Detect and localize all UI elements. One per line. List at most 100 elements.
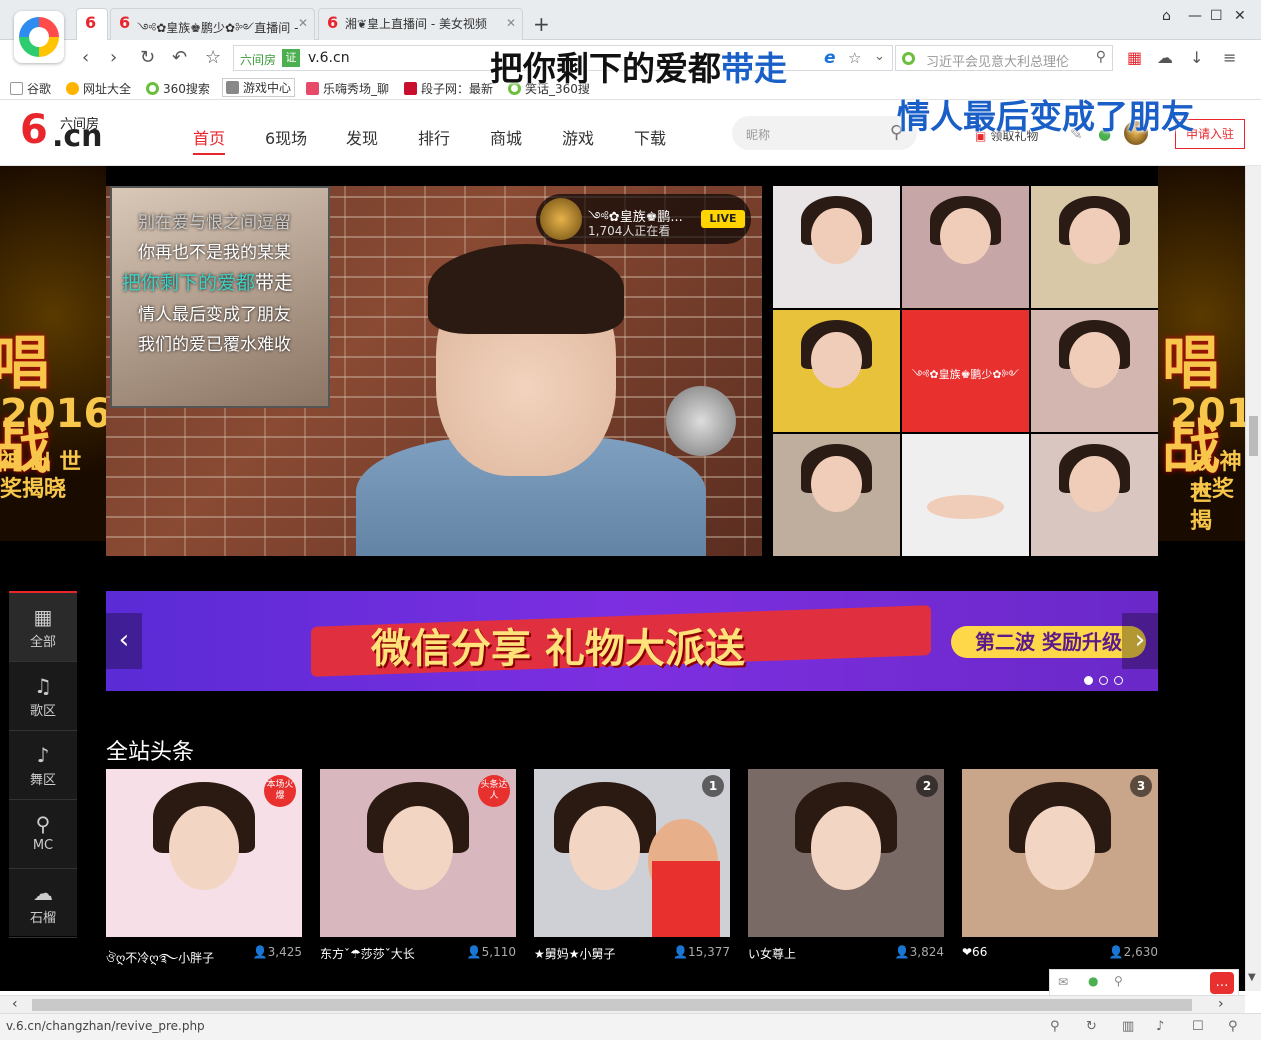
horizontal-scrollbar[interactable]: ‹ › [0,995,1245,1013]
refresh-icon[interactable]: ↻ [140,47,155,68]
streamer-avatar[interactable] [540,198,582,240]
headline-card[interactable]: 头条达人 东方ˇ☂莎莎ˇ大长 👤5,110 [320,769,516,969]
lyric-line: 别在爱与恨之间逗留 [138,213,291,233]
headline-card[interactable]: 1 ★舅妈★小舅子 👤15,377 [534,769,730,969]
grid-icon: ▦ [33,605,53,629]
bookmark-game-center[interactable]: 游戏中心 [222,78,296,97]
trash-icon[interactable]: ▥ [1122,1019,1134,1034]
category-mc[interactable]: ⚲ MC [9,800,77,869]
room-thumbnail[interactable] [902,434,1029,556]
chat-icon[interactable]: … [1210,972,1234,994]
room-thumbnail[interactable] [773,310,900,432]
forward-icon[interactable]: › [110,47,117,68]
close-window-icon[interactable]: ✕ [1234,8,1246,24]
nav-6live[interactable]: 6现场 [265,125,307,149]
accelerate-icon[interactable]: ↻ [1086,1019,1097,1034]
headline-card[interactable]: 本场火爆 ঔღ不冷ღ࿐小胖子 👤3,425 [106,769,302,969]
sound-icon[interactable]: ♪ [1156,1019,1164,1034]
download-icon[interactable]: ↓ [1190,48,1203,67]
bookmark-duanzi[interactable]: 段子网：最新 [404,80,493,97]
undo-icon[interactable]: ↶ [172,47,187,68]
nickname-search-input[interactable]: 昵称 ⚲ [732,116,917,150]
headline-card[interactable]: 3 ❤66 👤2,630 [962,769,1158,969]
banner-prev-button[interactable]: ‹ [106,613,142,669]
close-tab-icon[interactable]: ✕ [506,16,516,30]
category-singing[interactable]: ♫ 歌区 [9,662,77,731]
check-icon[interactable]: ● [1088,974,1098,988]
room-thumbnail[interactable] [1031,186,1158,308]
site-name: 六间房 [240,53,277,67]
browser-logo-icon[interactable] [14,11,64,63]
category-sidebar: ▦ 全部 ♫ 歌区 ♪ 舞区 ⚲ MC ☁ 石榴 [9,591,77,938]
room-thumbnail-current[interactable]: ༺✿皇族♚鹏少✿༻ [902,310,1029,432]
nav-home[interactable]: 首页 [193,125,226,155]
carousel-dot[interactable] [1114,676,1123,685]
minimize-icon[interactable]: — [1188,8,1202,24]
room-thumbnail-grid: ༺✿皇族♚鹏少✿༻ [773,186,1158,556]
apps-grid-icon[interactable]: ▦ [1127,48,1142,67]
search-icon[interactable]: ⚲ [1096,49,1106,65]
bookmark-google[interactable]: 谷歌 [10,80,51,97]
carousel-dot[interactable] [1099,676,1108,685]
certificate-icon[interactable]: 证 [282,49,300,67]
room-thumbnail[interactable] [773,186,900,308]
vertical-scrollbar[interactable]: ▼ [1245,166,1261,991]
category-shiliu[interactable]: ☁ 石榴 [9,869,77,938]
back-icon[interactable]: ‹ [82,47,89,68]
search-input[interactable]: 习近平会见意大利总理伦 ⚲ [895,45,1113,71]
banner-next-button[interactable]: › [1122,613,1158,669]
tab-active[interactable]: 6 [76,8,108,40]
room-thumbnail[interactable] [902,186,1029,308]
nav-ranking[interactable]: 排行 [418,125,450,149]
mail-icon[interactable]: ✉ [1058,975,1068,989]
new-tab-button[interactable]: + [533,12,550,36]
tab-title: 湘❦皇上直播间 - 美女视频 [345,17,488,31]
hot-badge: 本场火爆 [264,775,296,807]
window-icon[interactable]: ☐ [1192,1019,1204,1034]
scroll-left-icon[interactable]: ‹ [12,996,18,1012]
tab-title: ༺✿皇族♚鹏少✿༻直播间 - [137,21,299,35]
live-video-player[interactable]: 别在爱与恨之间逗留 你再也不是我的某某 把你剩下的爱都带走 情人最后变成了朋友 … [106,186,762,556]
close-tab-icon[interactable]: ✕ [298,16,308,30]
nav-download[interactable]: 下载 [634,125,666,149]
live-info-panel[interactable]: ༺✿皇族♚鹏... 1,704人正在看 LIVE [536,194,751,244]
zoom-icon[interactable]: ⚲ [1114,974,1123,988]
scroll-thumb[interactable] [32,999,1192,1011]
ie-mode-icon[interactable]: e [824,48,836,68]
left-side-ad[interactable]: 唱战 2016 神 出 世 奖揭晓 [0,166,111,541]
bookmark-star-icon[interactable]: ☆ [848,49,861,67]
chevron-down-icon[interactable]: ⌄ [874,49,885,64]
card-name: ঔღ不冷ღ࿐小胖子 [106,951,215,965]
bookmark-url-nav[interactable]: 网址大全 [66,80,131,97]
menu-icon[interactable]: ≡ [1223,48,1236,67]
bookmark-lehai[interactable]: 乐嗨秀场_聊 [306,80,389,97]
nav-games[interactable]: 游戏 [562,125,594,149]
promo-banner[interactable]: 微信分享 礼物大派送 第二波 奖励升级 ‹ › [106,591,1158,691]
favorite-star-icon[interactable]: ☆ [205,47,221,68]
site-logo[interactable]: 6 六间房 .cn [20,107,110,157]
tab-pengshao[interactable]: 6 ༺✿皇族♚鹏少✿༻直播间 - ✕ [110,8,315,40]
room-thumbnail[interactable] [1031,434,1158,556]
category-all[interactable]: ▦ 全部 [9,593,77,662]
nav-shop[interactable]: 商城 [490,125,522,149]
headline-card[interactable]: 2 い女尊上 👤3,824 [748,769,944,969]
six-favicon-icon: 6 [85,13,97,32]
category-dance[interactable]: ♪ 舞区 [9,731,77,800]
url-text[interactable]: v.6.cn [308,50,350,66]
nav-discover[interactable]: 发现 [346,125,378,149]
bookmark-360-search[interactable]: 360搜索 [146,80,210,97]
room-thumbnail[interactable] [773,434,900,556]
banner-tag: 第二波 奖励升级 [951,626,1146,658]
scroll-thumb[interactable] [1249,416,1258,456]
carousel-dot[interactable] [1084,676,1093,685]
pin-icon[interactable]: ⚲ [1050,1019,1060,1034]
skin-icon[interactable]: ⌂ [1162,8,1171,24]
maximize-icon[interactable]: ☐ [1210,8,1223,24]
room-thumbnail[interactable] [1031,310,1158,432]
tab-huangshang[interactable]: 6 湘❦皇上直播间 - 美女视频 ✕ [318,8,523,40]
scroll-down-icon[interactable]: ▼ [1248,972,1256,983]
cloud-icon[interactable]: ☁ [1157,48,1173,67]
right-side-ad[interactable]: 唱战 2016 战 神 世 大奖揭 [1158,166,1245,541]
zoom-icon[interactable]: ⚲ [1228,1019,1238,1034]
scroll-right-icon[interactable]: › [1218,996,1224,1012]
